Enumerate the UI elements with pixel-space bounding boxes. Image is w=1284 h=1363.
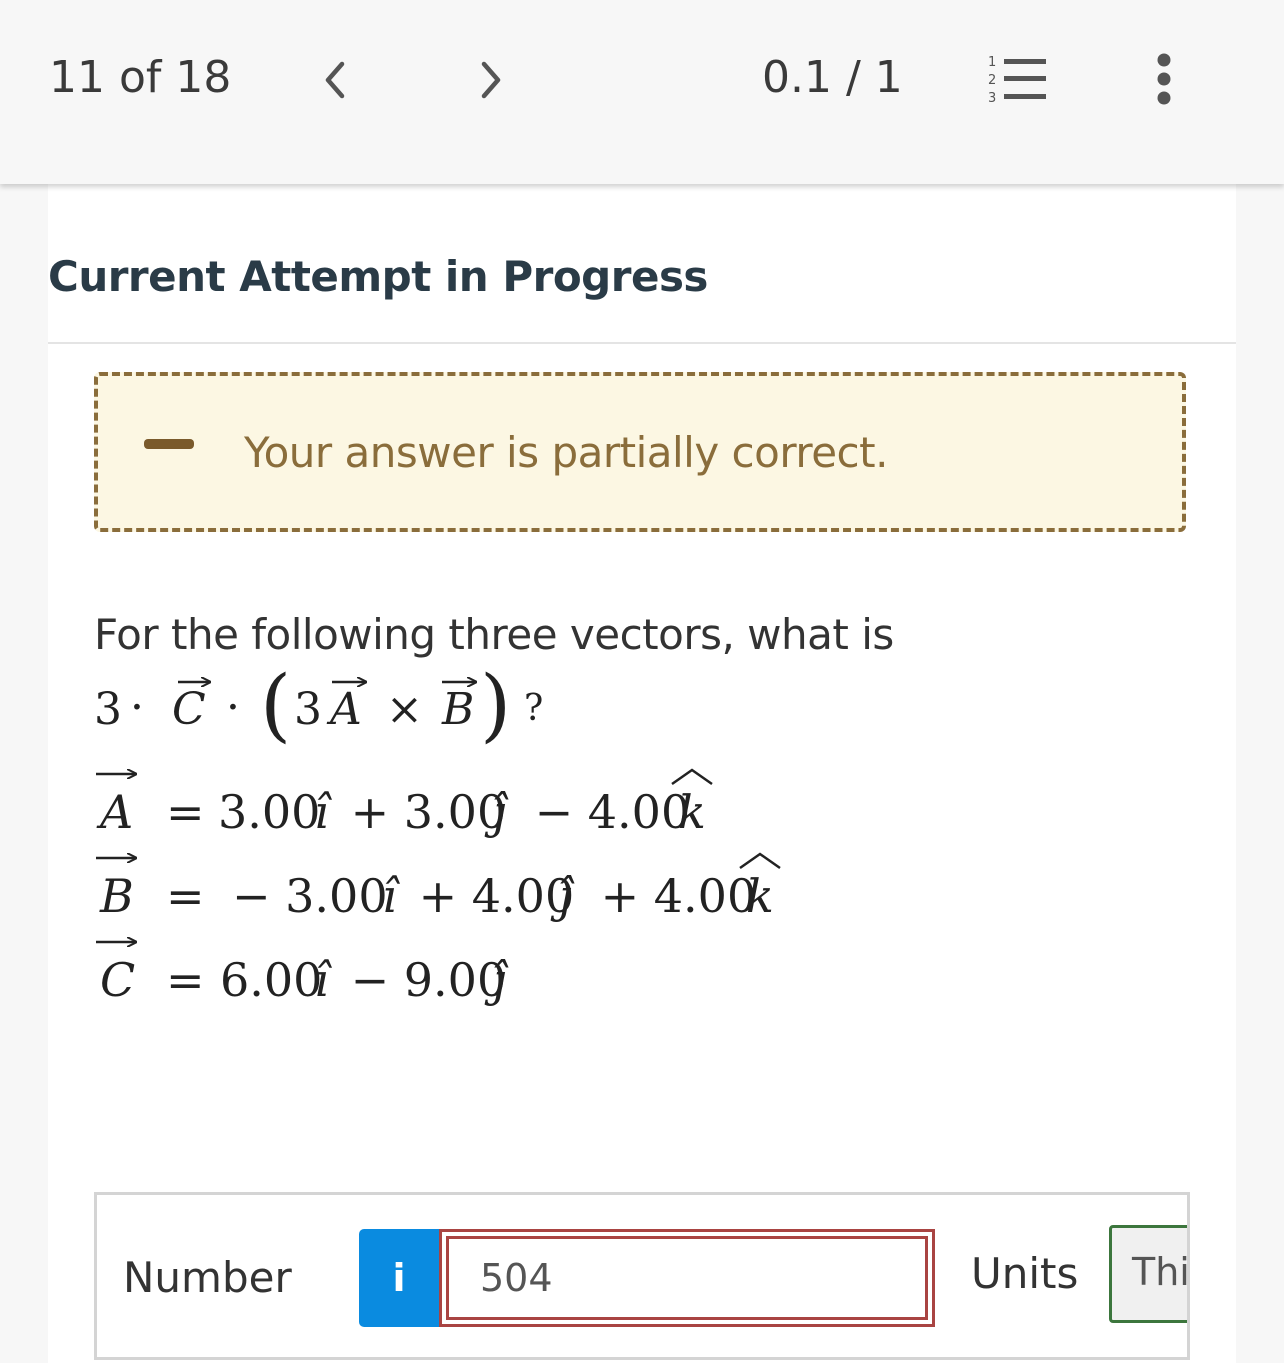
question-list-button[interactable]: 1 2 3 (986, 54, 1050, 106)
eq-b-term-3: + 4.00 (586, 869, 756, 923)
info-icon: i (392, 1256, 406, 1300)
expr-coefficient: 3 (94, 684, 122, 735)
numbered-list-icon: 1 2 3 (988, 55, 1046, 106)
expr-open-paren: ( (260, 658, 291, 751)
list-icon-digit-2: 2 (988, 73, 996, 88)
expr-inner-coefficient: 3 (294, 684, 322, 735)
question-card: Current Attempt in Progress Your answer … (48, 184, 1236, 1363)
chevron-right-icon (481, 61, 501, 99)
more-vertical-icon (1157, 53, 1171, 105)
expr-dot-2: · (226, 682, 240, 733)
chevron-left-icon (325, 61, 345, 99)
eq-b-term-1: − 3.00 (232, 869, 388, 923)
eq-b-equals: = (166, 869, 205, 923)
next-question-button[interactable] (470, 60, 510, 100)
eq-b-name: B (99, 869, 134, 923)
more-options-button[interactable] (1150, 52, 1178, 106)
expression: 3 · C · ( 3 A × B ) ? (94, 658, 543, 751)
eq-a-term-2: + 3.00 (336, 785, 506, 839)
expr-vector-b: B (441, 684, 474, 735)
attempt-title: Current Attempt in Progress (48, 252, 708, 301)
score-display: 0.1 / 1 (762, 52, 903, 103)
answer-row: Number i Units This answer has no units (94, 1192, 1190, 1360)
equation-c: C = 6.00 î − 9.00 ĵ (96, 942, 509, 1007)
eq-a-unit-i: î (314, 785, 333, 839)
eq-a-equals: = (166, 785, 205, 839)
info-button[interactable]: i (359, 1229, 439, 1327)
question-text: For the following three vectors, what is (94, 610, 894, 659)
number-input[interactable] (439, 1229, 935, 1327)
expr-close-paren: ) (480, 658, 511, 751)
eq-b-unit-i: î (382, 869, 401, 923)
equation-a: A = 3.00 î + 3.00 ĵ − 4.00 k (96, 768, 713, 839)
list-icon-digit-1: 1 (988, 55, 996, 70)
eq-a-unit-k: k (678, 785, 706, 839)
expr-dot-1: · (130, 682, 144, 733)
eq-a-term-3: − 4.00 (520, 785, 690, 839)
eq-b-unit-k: k (746, 869, 774, 923)
units-label: Units (971, 1249, 1079, 1298)
expr-vector-c: C (172, 684, 206, 735)
eq-c-unit-i: î (314, 953, 333, 1007)
eq-a-name: A (96, 785, 133, 839)
question-math: 3 · C · ( 3 A × B ) ? A = 3.00 î + 3.00 … (92, 658, 892, 1032)
number-label: Number (123, 1253, 292, 1302)
eq-c-name: C (100, 953, 135, 1007)
top-bar: 11 of 18 0.1 / 1 1 2 3 (0, 0, 1284, 184)
feedback-banner: Your answer is partially correct. (94, 372, 1186, 532)
expr-cross: × (386, 684, 423, 735)
eq-c-term-2: − 9.00 (336, 953, 506, 1007)
math-svg: 3 · C · ( 3 A × B ) ? A = 3.00 î + 3.00 … (94, 658, 781, 1007)
minus-icon (144, 439, 194, 449)
expr-question-mark: ? (524, 688, 543, 729)
previous-question-button[interactable] (316, 60, 356, 100)
list-icon-digit-3: 3 (988, 91, 996, 104)
divider (48, 342, 1236, 344)
question-counter: 11 of 18 (49, 52, 232, 103)
expr-vector-a: A (326, 684, 362, 735)
units-select[interactable]: This answer has no units (1109, 1225, 1187, 1323)
equation-b: B = − 3.00 î + 4.00 ĵ + 4.00 k (96, 852, 781, 923)
eq-c-term-1: 6.00 (220, 953, 322, 1007)
eq-b-term-2: + 4.00 (404, 869, 574, 923)
feedback-text: Your answer is partially correct. (244, 428, 888, 477)
eq-a-term-1: 3.00 (218, 785, 320, 839)
eq-c-equals: = (166, 953, 205, 1007)
